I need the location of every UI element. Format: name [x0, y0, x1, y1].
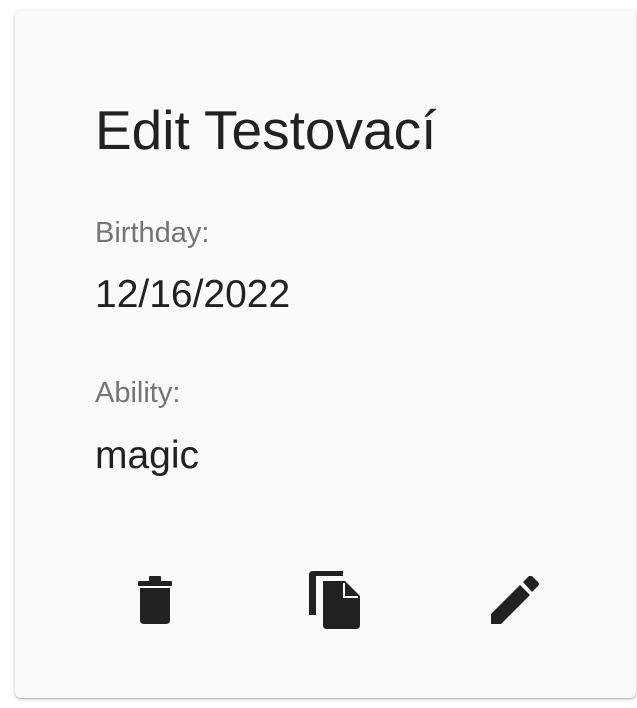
edit-button[interactable] — [475, 550, 555, 650]
card-actions — [15, 550, 636, 650]
card-title: Edit Testovací — [95, 99, 437, 161]
delete-icon — [138, 576, 172, 624]
delete-button[interactable] — [115, 550, 195, 650]
ability-label: Ability: — [95, 377, 181, 409]
file-copy-icon — [309, 571, 360, 629]
birthday-label: Birthday: — [95, 217, 210, 249]
ability-value: magic — [95, 434, 200, 477]
pencil-icon — [491, 576, 539, 624]
copy-button[interactable] — [295, 550, 375, 650]
birthday-value: 12/16/2022 — [95, 273, 291, 316]
detail-card: Edit Testovací Birthday: 12/16/2022 Abil… — [15, 10, 636, 698]
